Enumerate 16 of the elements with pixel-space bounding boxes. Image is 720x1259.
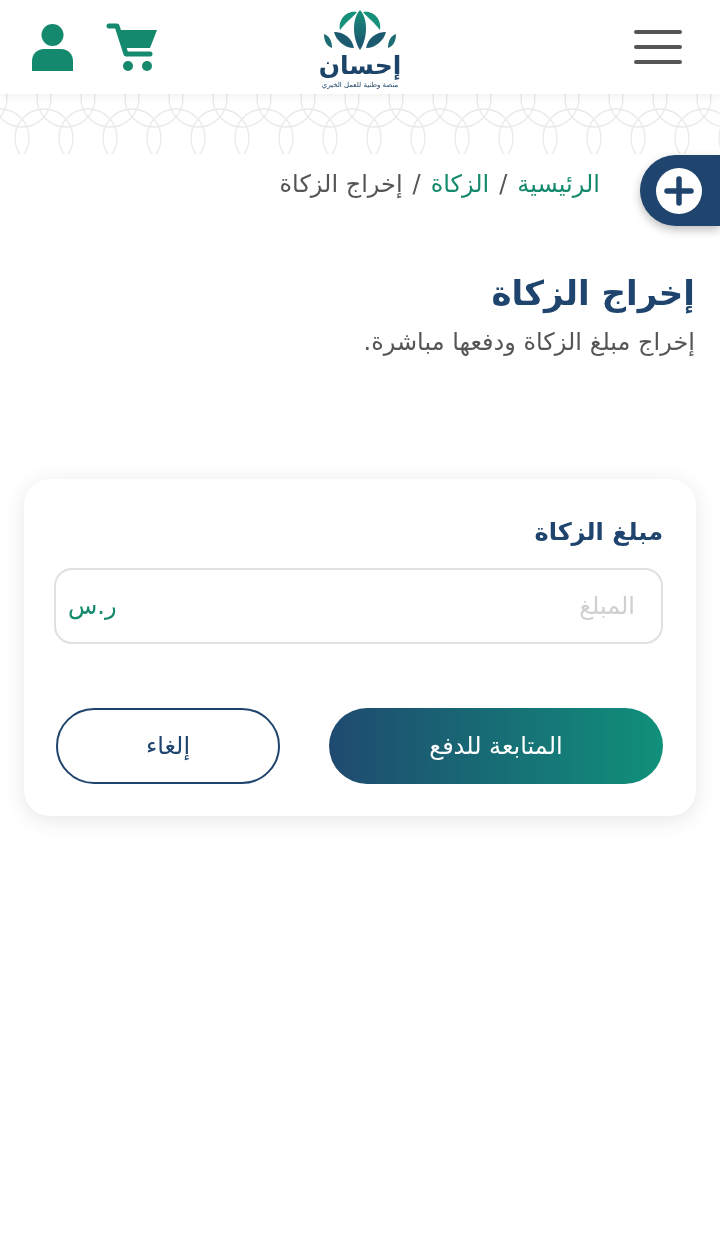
floating-add-button[interactable] [640, 155, 720, 226]
proceed-to-payment-button[interactable]: المتابعة للدفع [329, 708, 663, 785]
page-description: إخراج مبلغ الزكاة ودفعها مباشرة. [362, 327, 695, 358]
page-title: إخراج الزكاة [490, 271, 695, 315]
breadcrumb-link[interactable]: الزكاة [430, 170, 490, 199]
cancel-button[interactable]: إلغاء [56, 708, 280, 785]
breadcrumb-current: إخراج الزكاة [279, 170, 403, 199]
breadcrumb-separator: / [499, 170, 508, 199]
currency-label: ر.س [68, 591, 117, 621]
field-label: مبلغ الزكاة [533, 517, 663, 549]
menu-icon[interactable] [634, 29, 682, 65]
cart-icon[interactable] [106, 22, 158, 72]
breadcrumb-separator: / [412, 170, 421, 199]
plus-icon [656, 167, 702, 214]
breadcrumb-link[interactable]: الرئيسية [517, 170, 600, 199]
user-icon[interactable] [32, 23, 73, 71]
